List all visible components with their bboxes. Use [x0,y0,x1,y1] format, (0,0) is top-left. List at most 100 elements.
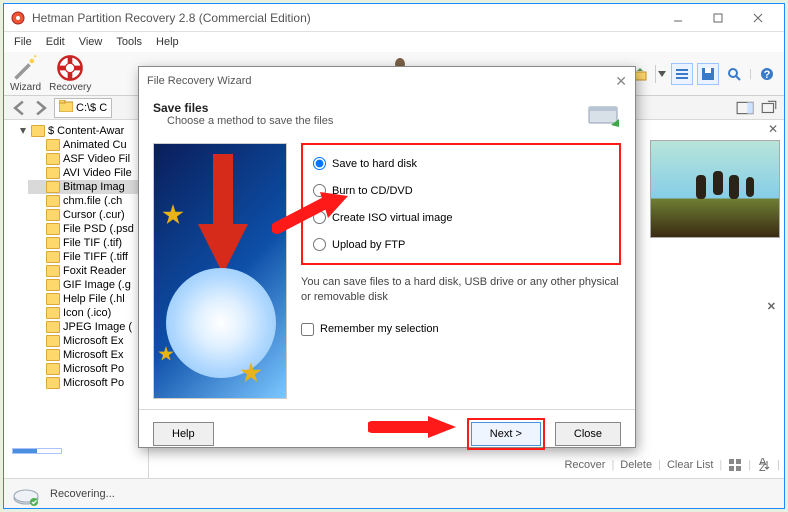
tree-item-label: Microsoft Ex [63,335,124,347]
tree-item[interactable]: Foxit Reader [28,264,146,278]
app-icon [10,10,26,26]
tree-item[interactable]: Bitmap Imag [28,180,146,194]
menu-help[interactable]: Help [150,34,185,50]
tree-item-label: Foxit Reader [63,265,126,277]
minimize-button[interactable] [658,6,698,30]
close-button[interactable]: Close [555,422,621,446]
tree-item[interactable]: File TIF (.tif) [28,236,146,250]
delete-action[interactable]: Delete [620,459,652,471]
save-button-icon[interactable] [697,63,719,85]
tree-item-label: ASF Video Fil [63,153,130,165]
maximize-button[interactable] [698,6,738,30]
wizard-button[interactable]: Wizard [10,55,41,93]
recovery-button[interactable]: Recovery [49,55,91,93]
menu-view[interactable]: View [73,34,109,50]
folder-icon [46,321,60,333]
wand-icon [12,55,40,81]
tree-item[interactable]: Microsoft Po [28,362,146,376]
folder-icon [46,279,60,291]
path-field[interactable]: C:\$ C [54,98,112,118]
next-button[interactable]: Next > [471,422,541,446]
tree-item-label: Cursor (.cur) [63,209,125,221]
radio-hard-disk[interactable] [313,157,326,170]
close-icon[interactable]: ✕ [767,300,776,313]
folder-icon [46,307,60,319]
menu-edit[interactable]: Edit [40,34,71,50]
folder-icon [46,377,60,389]
preview-thumbnail[interactable] [650,140,780,238]
dialog-title: File Recovery Wizard [147,75,252,87]
tree-item[interactable]: Microsoft Ex [28,334,146,348]
back-icon[interactable] [10,99,28,117]
collapse-icon[interactable] [18,126,28,136]
tree-item-label: Microsoft Po [63,377,124,389]
tree-item[interactable]: Animated Cu [28,138,146,152]
sort-az-icon[interactable]: AZ [757,458,771,472]
tree-item[interactable]: AVI Video File [28,166,146,180]
view-mode-1-icon[interactable] [728,458,742,472]
view-list-button[interactable] [671,63,693,85]
tree-item-label: File TIFF (.tiff [63,251,128,263]
close-button[interactable] [738,6,778,30]
tree-item-label: GIF Image (.g [63,279,131,291]
help-icon[interactable]: ? [756,63,778,85]
tree-item[interactable]: ASF Video Fil [28,152,146,166]
menu-tools[interactable]: Tools [110,34,148,50]
preview-pane: ✕ [650,140,780,238]
panel-popout-icon[interactable] [760,99,778,117]
menu-file[interactable]: File [8,34,38,50]
tree-item-label: Help File (.hl [63,293,125,305]
help-button[interactable]: Help [153,422,214,446]
dialog-subheading: Choose a method to save the files [153,115,587,127]
folder-icon [31,125,45,137]
remember-selection[interactable]: Remember my selection [301,323,621,336]
file-recovery-wizard-dialog: File Recovery Wizard ✕ Save files Choose… [138,66,636,448]
option-upload-ftp[interactable]: Upload by FTP [313,238,609,251]
option-create-iso[interactable]: Create ISO virtual image [313,211,609,224]
tree-item-label: File TIF (.tif) [63,237,122,249]
folder-icon [46,251,60,263]
tree-root-label: $ Content-Awar [48,125,124,137]
disk-icon [12,482,40,506]
lifebuoy-icon [56,55,84,81]
recover-action[interactable]: Recover [564,459,605,471]
folder-icon [46,209,60,221]
option-save-hard-disk[interactable]: Save to hard disk [313,157,609,170]
tree-item[interactable]: File PSD (.psd [28,222,146,236]
tree-item-label: Icon (.ico) [63,307,111,319]
status-text: Recovering... [50,488,115,500]
tree-item[interactable]: Help File (.hl [28,292,146,306]
tree-item[interactable]: GIF Image (.g [28,278,146,292]
tree-item[interactable]: File TIFF (.tiff [28,250,146,264]
folder-icon [46,349,60,361]
option-burn-cd[interactable]: Burn to CD/DVD [313,184,609,197]
tree-item[interactable]: JPEG Image ( [28,320,146,334]
dropdown-icon[interactable] [655,65,667,83]
tree-item[interactable]: Microsoft Ex [28,348,146,362]
path-text: C:\$ C [76,102,107,114]
wizard-label: Wizard [10,82,41,93]
folder-icon [46,139,60,151]
radio-upload-ftp[interactable] [313,238,326,251]
folder-icon [46,167,60,179]
next-button-highlight: Next > [467,418,545,450]
tree-item-label: JPEG Image ( [63,321,132,333]
forward-icon[interactable] [32,99,50,117]
tree-item[interactable]: Cursor (.cur) [28,208,146,222]
tree-item[interactable]: Icon (.ico) [28,306,146,320]
remember-checkbox[interactable] [301,323,314,336]
svg-text:Z: Z [759,462,766,472]
search-icon[interactable] [723,63,745,85]
folder-icon [46,153,60,165]
close-icon[interactable]: ✕ [766,122,780,136]
folder-tree[interactable]: $ Content-Awar Animated Cu ASF Video FilA… [4,120,149,478]
folder-icon [46,293,60,305]
tree-item[interactable]: chm.file (.ch [28,194,146,208]
tree-item-label: Animated Cu [63,139,127,151]
clearlist-action[interactable]: Clear List [667,459,713,471]
tree-root[interactable]: $ Content-Awar [6,124,146,138]
option-description: You can save files to a hard disk, USB d… [301,275,621,305]
close-icon[interactable]: ✕ [615,73,627,90]
tree-item[interactable]: Microsoft Po [28,376,146,390]
panel-right-icon[interactable] [736,99,754,117]
